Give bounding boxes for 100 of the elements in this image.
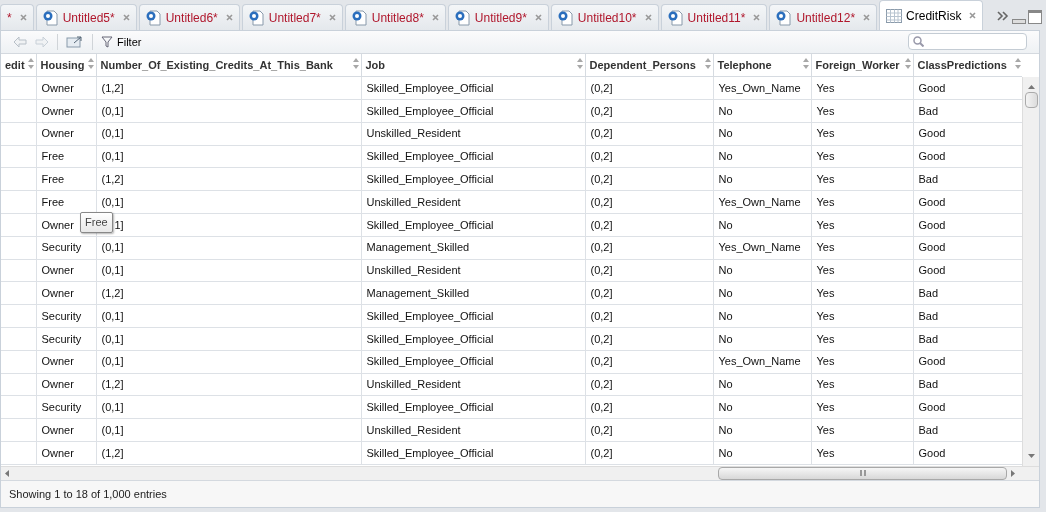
table-cell: (0,1] [101,241,124,254]
vertical-scrollbar[interactable] [1022,76,1039,466]
r-script-icon [557,9,574,26]
close-icon[interactable] [19,14,27,21]
tab-label: Untitled9* [474,9,527,27]
r-script-icon [42,9,59,26]
editor-tab[interactable]: Untitled6* [138,4,240,30]
table-cell: (0,1] [101,195,124,208]
table-cell: Unskilled_Resident [366,127,461,140]
column-header[interactable]: edit [1,53,36,77]
search-field[interactable] [908,33,1027,51]
close-icon[interactable] [644,14,652,21]
column-header[interactable]: Housing [36,53,96,77]
editor-tab[interactable]: Untitled8* [344,4,446,30]
scroll-down-icon[interactable] [1027,453,1035,458]
table-cell: Skilled_Employee_Official [366,173,494,186]
table-cell: (0,1] [101,309,124,322]
editor-tab[interactable]: Untitled9* [447,4,549,30]
editor-tab[interactable]: * [0,4,34,30]
column-header[interactable]: Telephone [713,53,811,77]
tab-label: Untitled10* [577,9,637,27]
close-icon[interactable] [122,14,130,21]
close-icon[interactable] [431,14,439,21]
close-icon[interactable] [863,14,871,21]
table-cell: No [718,332,733,345]
table-cell: Bad [918,309,939,322]
maximize-icon[interactable] [1028,10,1042,24]
close-icon[interactable] [328,14,336,21]
editor-tab[interactable]: Untitled10* [550,4,659,30]
editor-tab[interactable]: CreditRisk [879,0,984,30]
table-cell: (0,2] [590,195,613,208]
close-icon[interactable] [225,14,233,21]
table-cell: No [718,287,733,300]
scroll-up-icon[interactable] [1027,84,1035,89]
table-cell: (0,2] [590,309,613,322]
table-cell: Good [918,150,946,163]
scroll-thumb[interactable] [1024,91,1038,108]
column-header[interactable]: Foreign_Worker [811,53,913,77]
scroll-right-icon[interactable] [1011,469,1015,477]
table-cell: Good [918,241,946,254]
sort-icon [904,57,911,69]
forward-icon[interactable] [35,35,49,48]
sort-icon [352,57,359,69]
scroll-left-icon[interactable] [5,469,9,477]
close-icon[interactable] [969,12,977,19]
editor-tab[interactable]: Untitled11* [660,4,768,30]
table-cell: Good [918,446,946,459]
table-cell: Yes [816,401,835,414]
table-cell: Yes [816,150,835,163]
column-header[interactable]: ClassPredictions [913,53,1022,77]
table-cell: Yes_Own_Name [718,195,801,208]
table-cell: Skilled_Employee_Official [366,150,494,163]
status-text: Showing 1 to 18 of 1,000 entries [9,486,167,502]
table-cell: Owner [41,104,74,117]
filter-button[interactable]: Filter [101,33,142,51]
popout-icon[interactable] [66,34,84,49]
column-header[interactable]: Number_Of_Existing_Credits_At_This_Bank [96,53,361,77]
table-cell: No [718,218,733,231]
table-cell: (0,1] [101,264,124,277]
scroll-thumb[interactable] [718,466,1007,480]
table-cell: Skilled_Employee_Official [366,401,494,414]
close-icon[interactable] [534,14,542,21]
table-cell: Owner [41,81,74,94]
table-cell: Owner [41,264,74,277]
table-cell: Yes [816,332,835,345]
table-cell: (0,2] [590,355,613,368]
horizontal-scrollbar[interactable] [1,465,1039,480]
more-tabs-icon[interactable] [997,11,1010,21]
tab-label: Untitled6* [165,9,218,27]
table-cell: (0,1] [101,150,124,163]
editor-tab[interactable]: Untitled5* [35,4,137,30]
r-script-icon [776,9,793,26]
sort-icon [1014,57,1021,69]
close-icon[interactable] [753,14,761,21]
editor-tab[interactable]: Untitled12* [769,4,878,30]
table-cell: Bad [918,287,939,300]
r-script-icon [145,9,162,26]
table-cell: (0,1] [101,104,124,117]
table-cell: Yes [816,81,835,94]
table-cell: Skilled_Employee_Official [366,355,494,368]
table-cell: Yes [816,378,835,391]
table-cell: No [718,264,733,277]
table-cell: Owner [41,355,74,368]
table-cell: (0,2] [590,173,613,186]
table-cell: Bad [918,378,939,391]
back-icon[interactable] [13,35,27,48]
table-cell: (0,2] [590,378,613,391]
table-cell: Yes [816,309,835,322]
minimize-icon[interactable] [1012,19,1026,24]
table-cell: 1] [114,218,124,231]
table-cell: Bad [918,423,939,436]
table-cell: (1,2] [101,173,124,186]
tab-label: * [7,9,12,27]
table-cell: Unskilled_Resident [366,378,461,391]
table-cell: Unskilled_Resident [366,423,461,436]
column-header[interactable]: Job [361,53,585,77]
column-header[interactable]: Dependent_Persons [585,53,713,77]
table-cell: No [718,173,733,186]
table-cell: No [718,423,733,436]
editor-tab[interactable]: Untitled7* [241,4,343,30]
